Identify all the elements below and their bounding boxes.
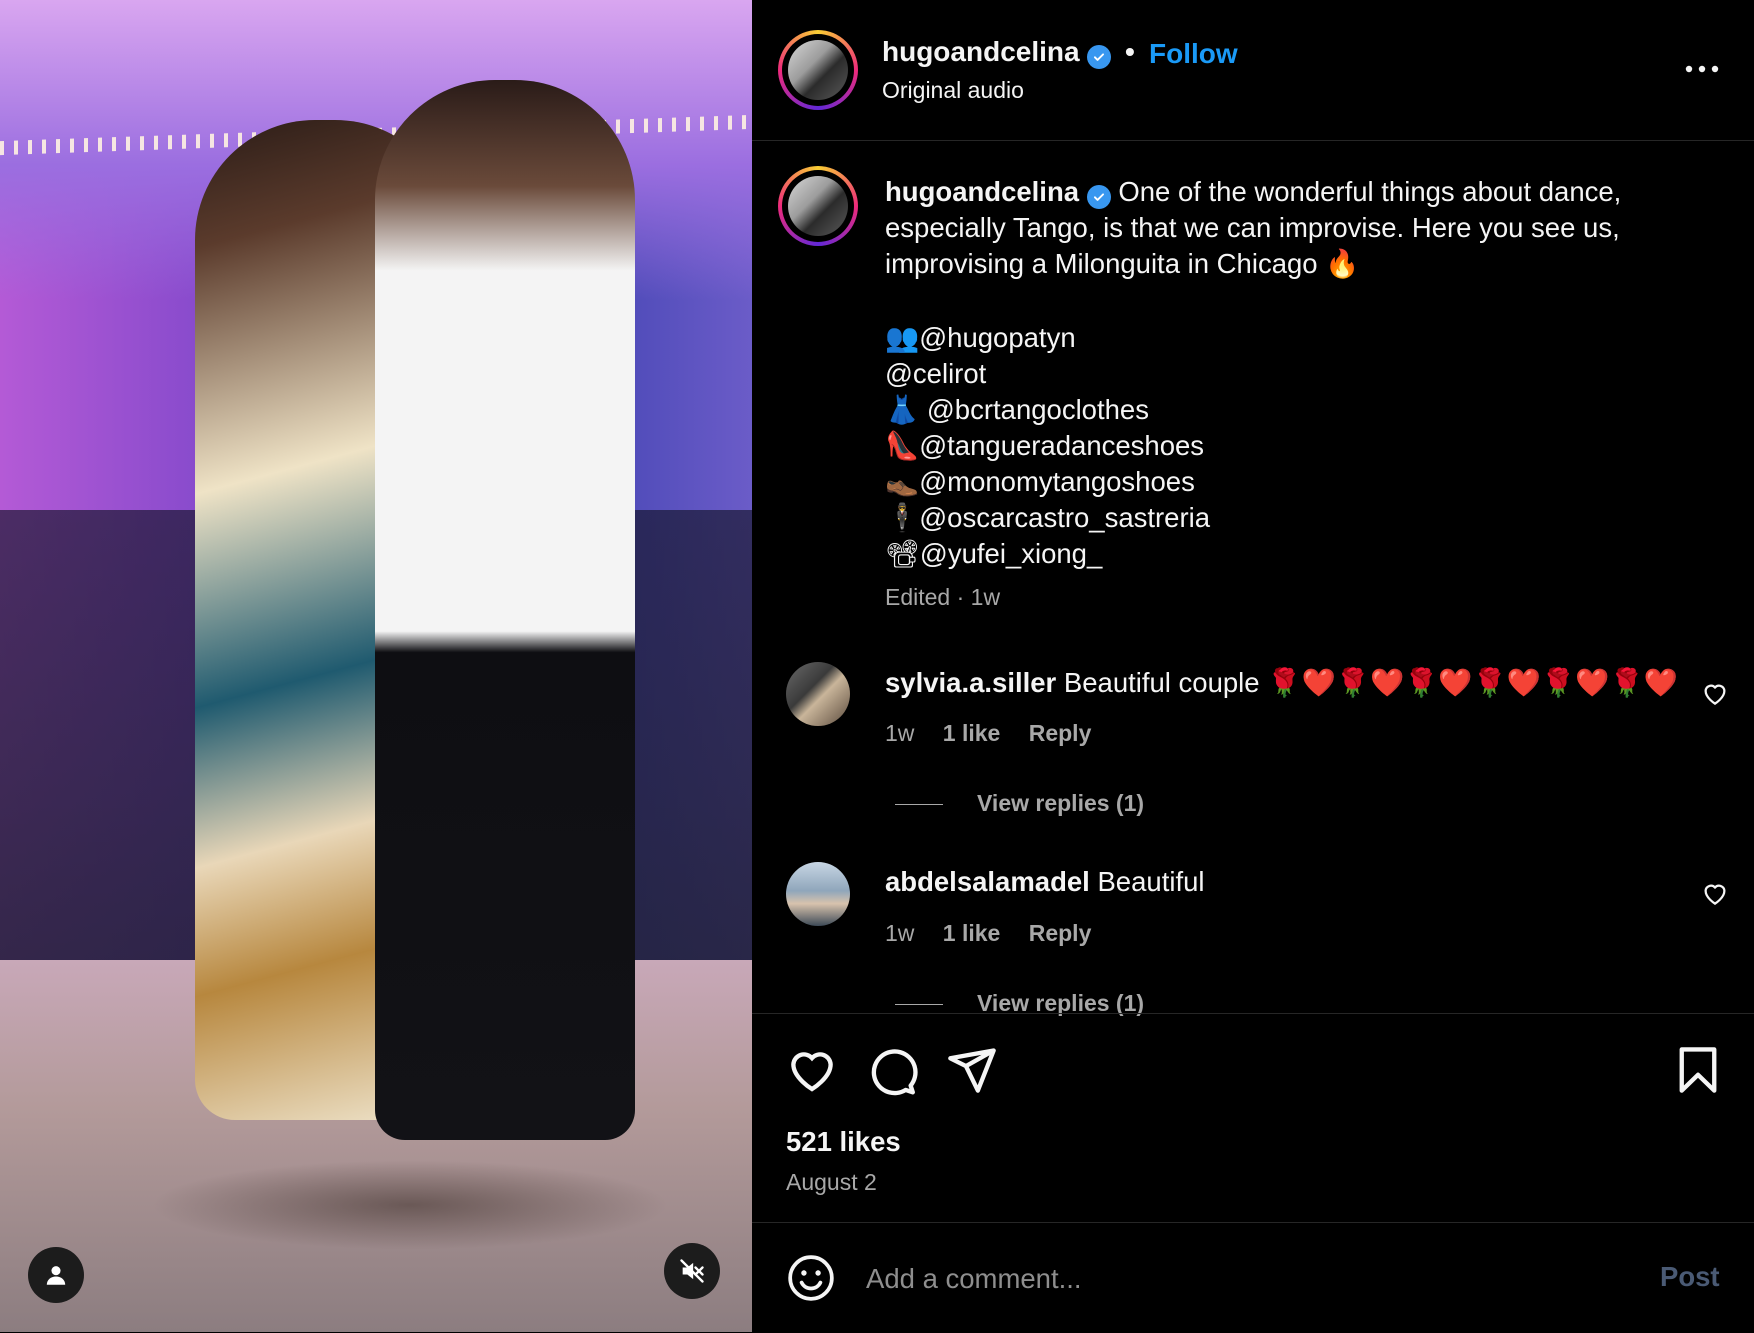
author-username[interactable]: hugoandcelina	[882, 36, 1080, 67]
verified-badge-icon	[1086, 185, 1111, 209]
post-button[interactable]: Post	[1660, 1261, 1720, 1293]
credit-line: @celirot	[885, 356, 1210, 392]
dancer-man	[375, 80, 635, 1140]
comment-text: Beautiful	[1097, 866, 1205, 897]
mention-link[interactable]: @hugopatyn	[919, 322, 1075, 353]
tagged-people-button[interactable]	[28, 1247, 84, 1303]
mention-link[interactable]: @celirot	[885, 358, 986, 389]
post-side-panel: hugoandcelina • Follow Original audio hu…	[752, 0, 1754, 1332]
comment-meta: 1w 1 like Reply	[885, 920, 1113, 947]
comment-time: 1w	[885, 920, 915, 946]
mute-button[interactable]	[664, 1243, 720, 1299]
comment-time: 1w	[885, 720, 915, 746]
speaker-muted-icon	[680, 1259, 704, 1283]
caption-text-block: hugoandcelina One of the wonderful thing…	[885, 174, 1715, 282]
comment-composer: Post	[752, 1222, 1754, 1333]
post-date: August 2	[786, 1169, 877, 1195]
view-replies-button[interactable]: View replies (1)	[895, 790, 1144, 817]
comment-likes[interactable]: 1 like	[943, 720, 1001, 746]
comment-like-heart-icon[interactable]	[1700, 678, 1730, 708]
caption-avatar[interactable]	[778, 166, 858, 246]
credit-icon: 👞	[885, 466, 920, 497]
mention-link[interactable]: @tangueradanceshoes	[919, 430, 1204, 461]
view-replies-label: View replies (1)	[977, 790, 1145, 816]
comment: sylvia.a.siller Beautiful couple 🌹❤️🌹❤️🌹…	[885, 666, 1678, 699]
audio-link[interactable]: Original audio	[882, 77, 1024, 104]
credit-icon: 📽	[885, 538, 920, 569]
comment-likes[interactable]: 1 like	[943, 920, 1001, 946]
comment-input[interactable]	[864, 1257, 1568, 1301]
reply-button[interactable]: Reply	[1029, 920, 1092, 946]
replies-divider	[895, 804, 943, 806]
comment-username[interactable]: abdelsalamadel	[885, 866, 1090, 897]
credit-icon: 👠	[885, 430, 920, 461]
mention-link[interactable]: @bcrtangoclothes	[919, 394, 1149, 425]
credit-line: 👥@hugopatyn	[885, 320, 1210, 356]
credit-line: 🕴@oscarcastro_sastreria	[885, 500, 1210, 536]
comment: abdelsalamadel Beautiful	[885, 866, 1205, 898]
comment-like-heart-icon[interactable]	[1700, 878, 1730, 908]
avatar-image	[788, 176, 848, 236]
reply-button[interactable]: Reply	[1029, 720, 1092, 746]
like-count[interactable]: 521 likes	[786, 1126, 901, 1158]
caption-edited-time: Edited · 1w	[885, 584, 1001, 610]
mention-link[interactable]: @monomytangoshoes	[919, 466, 1195, 497]
credit-line: 👗 @bcrtangoclothes	[885, 392, 1210, 428]
avatar-image	[788, 40, 848, 100]
credit-icon: 🕴	[885, 502, 920, 533]
comment-bubble-icon[interactable]	[866, 1044, 918, 1096]
credit-line: 👠@tangueradanceshoes	[885, 428, 1210, 464]
comment-meta: 1w 1 like Reply	[885, 720, 1113, 747]
caption-username[interactable]: hugoandcelina	[885, 176, 1079, 207]
smiley-icon[interactable]	[786, 1253, 836, 1303]
verified-badge-icon	[1087, 45, 1112, 69]
dancers	[195, 80, 675, 1180]
post-video[interactable]	[0, 0, 752, 1332]
action-bar: 521 likes August 2	[752, 1013, 1754, 1224]
comment-text: Beautiful couple 🌹❤️🌹❤️🌹❤️🌹❤️🌹❤️🌹❤️	[1063, 667, 1679, 698]
credit-line: 👞@monomytangoshoes	[885, 464, 1210, 500]
replies-divider	[895, 1004, 943, 1006]
post-header: hugoandcelina • Follow Original audio	[752, 0, 1754, 141]
credit-icon: 👥	[885, 322, 920, 353]
mention-link[interactable]: @oscarcastro_sastreria	[919, 502, 1210, 533]
credit-line: 📽@yufei_xiong_	[885, 536, 1210, 572]
header-separator: •	[1125, 36, 1135, 67]
follow-button[interactable]: Follow	[1149, 38, 1238, 70]
comment-username[interactable]: sylvia.a.siller	[885, 667, 1056, 698]
author-avatar[interactable]	[778, 30, 858, 110]
bookmark-icon[interactable]	[1672, 1044, 1724, 1096]
mention-link[interactable]: @yufei_xiong_	[920, 538, 1102, 569]
paper-plane-icon[interactable]	[946, 1044, 998, 1096]
commenter-avatar[interactable]	[786, 662, 850, 726]
commenter-avatar[interactable]	[786, 862, 850, 926]
credit-icon: 👗	[885, 394, 920, 425]
more-horizontal-icon	[1685, 65, 1719, 73]
heart-icon[interactable]	[786, 1044, 838, 1096]
person-icon	[46, 1266, 66, 1285]
credit-tags: 👥@hugopatyn @celirot 👗 @bcrtangoclothes …	[885, 320, 1210, 572]
more-options-button[interactable]	[1672, 48, 1732, 90]
